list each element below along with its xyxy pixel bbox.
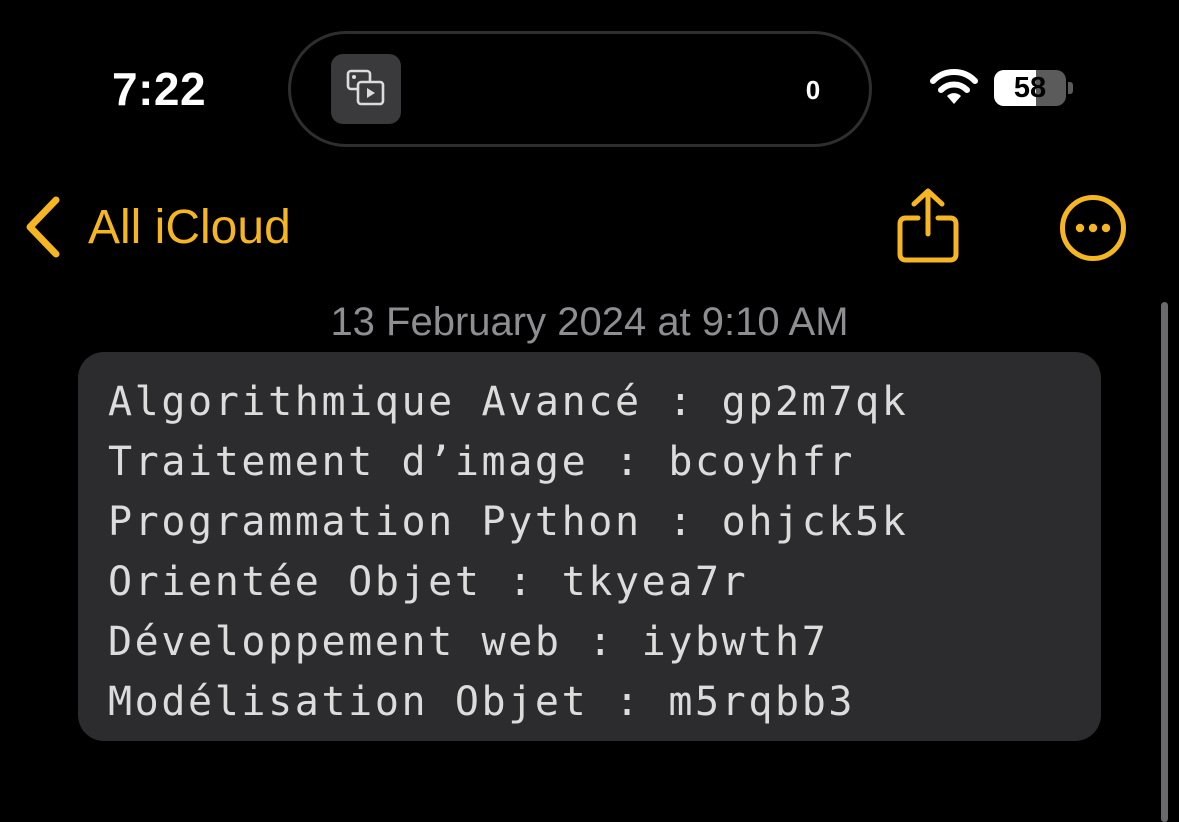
status-time: 7:22	[112, 63, 207, 115]
more-options-button[interactable]	[1059, 194, 1127, 262]
screen-mirroring-icon[interactable]	[331, 54, 401, 124]
share-icon	[897, 188, 959, 263]
code-line[interactable]: Développement web : iybwth7	[108, 612, 1101, 672]
battery-percentage: 58	[1013, 72, 1047, 104]
code-line[interactable]: Orientée Objet : tkyea7r	[108, 552, 1101, 612]
back-button[interactable]: All iCloud	[22, 196, 291, 258]
share-button[interactable]	[896, 188, 960, 264]
activity-count: 0	[805, 75, 821, 105]
chevron-left-icon	[26, 196, 60, 258]
scrollbar[interactable]	[1161, 302, 1168, 822]
code-line[interactable]: Algorithmique Avancé : gp2m7qk	[108, 372, 1101, 432]
note-date: 13 February 2024 at 9:10 AM	[330, 300, 849, 344]
battery-icon: 58	[994, 70, 1066, 106]
more-icon	[1060, 195, 1126, 261]
back-label: All iCloud	[88, 200, 291, 254]
battery-cap	[1068, 82, 1073, 94]
code-line[interactable]: Programmation Python : ohjck5k	[108, 492, 1101, 552]
code-line[interactable]: Modélisation Objet : m5rqbb3	[108, 672, 1101, 732]
code-line[interactable]: Traitement d’image : bcoyhfr	[108, 432, 1101, 492]
monospaced-block[interactable]: Algorithmique Avancé : gp2m7qk Traitemen…	[78, 352, 1101, 741]
wifi-icon	[929, 68, 979, 111]
